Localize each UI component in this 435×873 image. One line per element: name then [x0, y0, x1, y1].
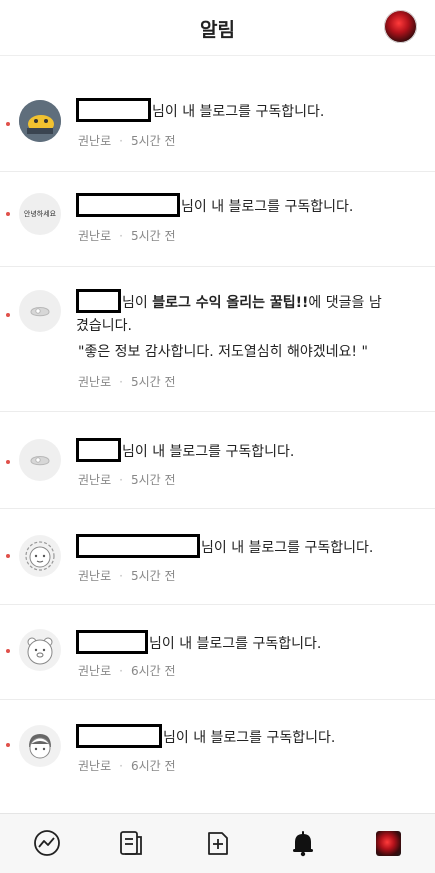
notification-text: 님이 내 블로그를 구독합니다. — [152, 104, 325, 120]
unread-dot — [6, 743, 10, 747]
unread-dot — [6, 122, 10, 126]
default-avatar — [19, 439, 61, 481]
redacted-username — [76, 724, 162, 748]
new-post-icon[interactable] — [203, 828, 233, 858]
notification-item[interactable]: 안녕하세요 님이 내 블로그를 구독합니다. 권난로 · 5시간 전 — [0, 172, 435, 267]
redacted-username — [76, 289, 121, 313]
timestamp: 5시간 전 — [130, 375, 176, 389]
redacted-username — [76, 98, 151, 122]
stats-icon[interactable] — [32, 828, 62, 858]
timestamp: 5시간 전 — [130, 473, 176, 487]
blog-default-icon — [30, 307, 50, 317]
notification-item[interactable]: 님이 내 블로그를 구독합니다. 권난로 · 5시간 전 — [0, 412, 435, 509]
timestamp: 6시간 전 — [130, 759, 176, 773]
notification-item[interactable]: 님이 블로그 수익 올리는 꿀팁!!에 댓글을 남겼습니다. "좋은 정보 감사… — [0, 267, 435, 412]
notification-meta: 권난로 · 5시간 전 — [78, 229, 176, 243]
blog-name: 권난로 — [78, 375, 112, 389]
posts-icon[interactable] — [116, 828, 146, 858]
notification-text: 님이 내 블로그를 구독합니다. — [201, 540, 374, 556]
bottom-tab-bar — [0, 813, 435, 873]
notification-message: 님이 내 블로그를 구독합니다. — [76, 438, 395, 464]
timestamp: 5시간 전 — [130, 134, 176, 148]
profile-thumbnail[interactable] — [376, 831, 401, 856]
blog-name: 권난로 — [78, 759, 112, 773]
blog-name: 권난로 — [78, 569, 112, 583]
blog-name: 권난로 — [78, 229, 112, 243]
girl-character-avatar — [19, 725, 61, 767]
timestamp: 6시간 전 — [130, 664, 176, 678]
notification-message: 님이 블로그 수익 올리는 꿀팁!!에 댓글을 남겼습니다. — [76, 289, 385, 338]
notification-meta: 권난로 · 5시간 전 — [78, 375, 176, 389]
notification-message: 님이 내 블로그를 구독합니다. — [76, 193, 395, 219]
blog-default-icon — [30, 456, 50, 466]
header: 알림 — [0, 0, 435, 56]
unread-dot — [6, 212, 10, 216]
notification-meta: 권난로 · 6시간 전 — [78, 664, 176, 678]
notification-message: 님이 내 블로그를 구독합니다. — [76, 98, 395, 124]
hello-text-avatar: 안녕하세요 — [19, 193, 61, 235]
page-title: 알림 — [200, 19, 235, 41]
redacted-username — [76, 438, 121, 462]
redacted-username — [76, 534, 200, 558]
timestamp: 5시간 전 — [130, 229, 176, 243]
notification-item[interactable]: 님이 내 블로그를 구독합니다. 권난로 · 6시간 전 — [0, 700, 435, 796]
kakao-character-avatar — [19, 100, 61, 142]
notification-message: 님이 내 블로그를 구독합니다. — [76, 724, 395, 750]
notification-text: 님이 내 블로그를 구독합니다. — [181, 199, 354, 215]
blog-name: 권난로 — [78, 664, 112, 678]
post-title-link[interactable]: 블로그 수익 올리는 꿀팁!! — [152, 295, 308, 311]
unread-dot — [6, 460, 10, 464]
lion-character-avatar — [19, 535, 61, 577]
redacted-username — [76, 630, 148, 654]
notification-message: 님이 내 블로그를 구독합니다. — [76, 534, 395, 560]
blog-name: 권난로 — [78, 134, 112, 148]
redacted-username — [76, 193, 180, 217]
notification-item[interactable]: 님이 내 블로그를 구독합니다. 권난로 · 5시간 전 — [0, 509, 435, 605]
unread-dot — [6, 554, 10, 558]
notification-meta: 권난로 · 5시간 전 — [78, 134, 176, 148]
notification-item[interactable]: 님이 내 블로그를 구독합니다. 권난로 · 5시간 전 — [0, 56, 435, 172]
default-avatar — [19, 290, 61, 332]
comment-preview: "좋은 정보 감사합니다. 저도열심히 해야겠네요! " — [78, 344, 368, 360]
unread-dot — [6, 313, 10, 317]
notification-meta: 권난로 · 5시간 전 — [78, 473, 176, 487]
profile-avatar[interactable] — [384, 10, 417, 43]
timestamp: 5시간 전 — [130, 569, 176, 583]
notification-text: 님이 내 블로그를 구독합니다. — [163, 730, 336, 746]
notification-meta: 권난로 · 6시간 전 — [78, 759, 176, 773]
unread-dot — [6, 649, 10, 653]
notification-text: 님이 내 블로그를 구독합니다. — [122, 444, 295, 460]
notification-message: 님이 내 블로그를 구독합니다. — [76, 630, 395, 656]
notification-item[interactable]: 님이 내 블로그를 구독합니다. 권난로 · 6시간 전 — [0, 605, 435, 700]
notification-bell-icon[interactable] — [288, 828, 318, 858]
bear-character-avatar — [19, 629, 61, 671]
blog-name: 권난로 — [78, 473, 112, 487]
notification-text: 님이 내 블로그를 구독합니다. — [149, 636, 322, 652]
notification-meta: 권난로 · 5시간 전 — [78, 569, 176, 583]
